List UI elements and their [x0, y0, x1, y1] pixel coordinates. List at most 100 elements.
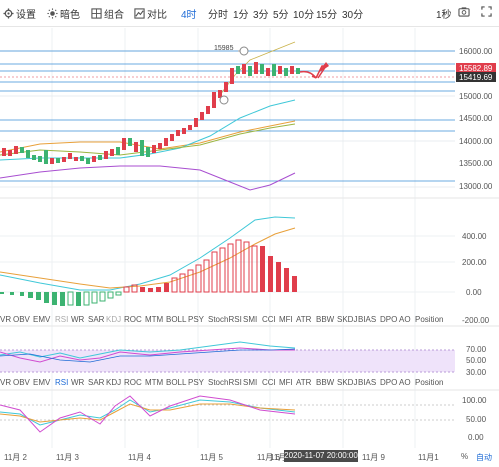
- tab-bbw[interactable]: BBW: [316, 315, 334, 324]
- tab-cci[interactable]: CCI: [262, 315, 276, 324]
- tab-stochrsi[interactable]: StochRSI: [208, 378, 242, 387]
- tab-smi[interactable]: SMI: [243, 315, 257, 324]
- candle: [98, 155, 102, 160]
- tab-emv[interactable]: EMV: [33, 315, 50, 324]
- candle: [242, 64, 246, 74]
- candle: [110, 149, 114, 156]
- tab-psy[interactable]: PSY: [188, 315, 204, 324]
- auto-scale-toggle[interactable]: 自动: [476, 452, 492, 463]
- tab-emv[interactable]: EMV: [33, 378, 50, 387]
- kdj-j-line: [0, 395, 296, 433]
- tab-rsi[interactable]: RSI: [55, 378, 68, 387]
- tab-mfi[interactable]: MFI: [279, 315, 293, 324]
- compare-button[interactable]: 对比: [134, 6, 167, 21]
- candle: [116, 147, 120, 155]
- price-label: 16000.00: [459, 47, 493, 56]
- tab-bias[interactable]: BIAS: [358, 315, 376, 324]
- tab-atr[interactable]: ATR: [296, 378, 311, 387]
- tab-sar[interactable]: SAR: [88, 378, 104, 387]
- fullscreen-icon[interactable]: [481, 6, 492, 17]
- tab-rsi[interactable]: RSI: [55, 315, 68, 324]
- candle: [68, 153, 72, 159]
- tab-position[interactable]: Position: [415, 378, 443, 387]
- theme-button[interactable]: 暗色: [47, 6, 80, 21]
- combine-label: 组合: [104, 10, 124, 21]
- tab-position[interactable]: Position: [415, 315, 443, 324]
- tab-kdj[interactable]: KDJ: [106, 315, 121, 324]
- candle: [158, 143, 162, 149]
- tab-dpo[interactable]: DPO: [380, 378, 397, 387]
- timeframe-5m[interactable]: 5分: [273, 6, 289, 21]
- date-label: 11月1: [418, 453, 439, 462]
- candle: [32, 155, 36, 160]
- candle: [80, 156, 84, 161]
- tab-skdj[interactable]: SKDJ: [337, 315, 357, 324]
- tab-bbw[interactable]: BBW: [316, 378, 334, 387]
- rsi-axis-label: 50.00: [466, 356, 487, 365]
- timeframe-timeshare[interactable]: 分时: [208, 6, 228, 21]
- macd-axis-label: 400.00: [462, 232, 487, 241]
- candle: [56, 158, 60, 163]
- tab-smi[interactable]: SMI: [243, 378, 257, 387]
- date-label: 11月 5: [200, 453, 223, 462]
- candle: [296, 68, 300, 74]
- date-label: 11月 4: [128, 453, 151, 462]
- tab-mfi[interactable]: MFI: [279, 378, 293, 387]
- candle: [290, 66, 294, 74]
- timeframe-1m[interactable]: 1分: [233, 6, 249, 21]
- tab-stochrsi[interactable]: StochRSI: [208, 315, 242, 324]
- timeframe-3m[interactable]: 3分: [253, 6, 269, 21]
- candle: [122, 138, 126, 150]
- grid-icon: [91, 8, 102, 19]
- settings-button[interactable]: 设置: [3, 6, 36, 21]
- tab-vr[interactable]: VR: [0, 315, 11, 324]
- timeframe-10m[interactable]: 10分: [293, 6, 314, 21]
- tab-mtm[interactable]: MTM: [145, 315, 163, 324]
- tab-wr[interactable]: WR: [71, 315, 84, 324]
- tab-obv[interactable]: OBV: [13, 315, 30, 324]
- candle: [8, 150, 12, 156]
- camera-icon[interactable]: [458, 6, 470, 17]
- combine-button[interactable]: 组合: [91, 6, 124, 21]
- date-label: 11月 3: [56, 453, 79, 462]
- tab-mtm[interactable]: MTM: [145, 378, 163, 387]
- candle: [284, 68, 288, 76]
- tab-dpo[interactable]: DPO: [380, 315, 397, 324]
- timeframe-30m[interactable]: 30分: [342, 6, 363, 21]
- macd-histogram: [0, 239, 297, 306]
- tab-psy[interactable]: PSY: [188, 378, 204, 387]
- candle: [26, 150, 30, 158]
- candle: [206, 106, 210, 114]
- chart-canvas[interactable]: 15985 16000.00 15000.00 14500.00 14000.0…: [0, 26, 499, 467]
- candle: [152, 145, 156, 153]
- tab-roc[interactable]: ROC: [124, 315, 142, 324]
- candle: [2, 148, 6, 156]
- tab-skdj[interactable]: SKDJ: [337, 378, 357, 387]
- tab-bias[interactable]: BIAS: [358, 378, 376, 387]
- tab-vr[interactable]: VR: [0, 378, 11, 387]
- percent-toggle[interactable]: %: [461, 452, 468, 461]
- candle: [212, 92, 216, 108]
- tab-cci[interactable]: CCI: [262, 378, 276, 387]
- gear-icon: [3, 8, 14, 19]
- candle: [128, 138, 132, 146]
- candle: [92, 156, 96, 162]
- tab-sar[interactable]: SAR: [88, 315, 104, 324]
- candle: [134, 142, 138, 152]
- tab-kdj[interactable]: KDJ: [106, 378, 121, 387]
- timeframe-4h[interactable]: 4时: [181, 6, 197, 21]
- tab-atr[interactable]: ATR: [296, 315, 311, 324]
- kdj-axis-label: 50.00: [466, 415, 487, 424]
- tab-boll[interactable]: BOLL: [166, 315, 186, 324]
- tab-ao[interactable]: AO: [399, 315, 411, 324]
- tab-boll[interactable]: BOLL: [166, 378, 186, 387]
- candle: [146, 147, 150, 157]
- candle: [248, 66, 252, 76]
- tab-roc[interactable]: ROC: [124, 378, 142, 387]
- tab-obv[interactable]: OBV: [13, 378, 30, 387]
- timeframe-15m[interactable]: 15分: [316, 6, 337, 21]
- timeframe-1s[interactable]: 1秒: [436, 6, 452, 21]
- macd-axis-label: 0.00: [466, 288, 482, 297]
- tab-ao[interactable]: AO: [399, 378, 411, 387]
- tab-wr[interactable]: WR: [71, 378, 84, 387]
